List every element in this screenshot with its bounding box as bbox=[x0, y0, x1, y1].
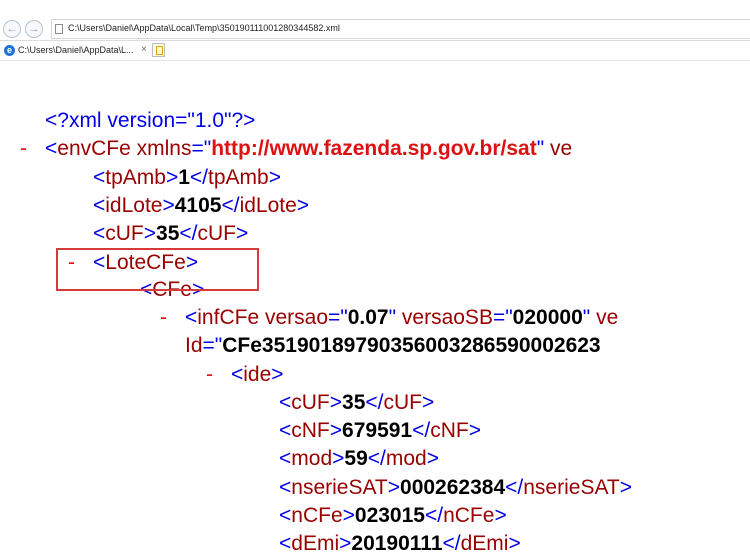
xml-declaration: <?xml version="1.0"?> bbox=[45, 109, 256, 132]
node-demi: <dEmi>20190111</dEmi> bbox=[279, 532, 521, 555]
collapse-toggle[interactable]: - bbox=[20, 135, 27, 163]
xml-viewer: <?xml version="1.0"?> - <envCFe xmlns="ht… bbox=[0, 0, 750, 555]
node-idlote: <idLote>4105</idLote> bbox=[93, 194, 310, 217]
node-nseriesat: <nserieSAT>000262384</nserieSAT> bbox=[279, 476, 632, 499]
node-tpamb: <tpAmb>1</tpAmb> bbox=[93, 166, 281, 189]
lotecfe-highlight-box bbox=[56, 248, 259, 291]
node-mod: <mod>59</mod> bbox=[279, 447, 439, 470]
node-ncfe: <nCFe>023015</nCFe> bbox=[279, 504, 507, 527]
node-envcfe[interactable]: - <envCFe xmlns="http://www.fazenda.sp.go… bbox=[20, 135, 572, 163]
node-cnf: <cNF>679591</cNF> bbox=[279, 419, 481, 442]
collapse-toggle[interactable]: - bbox=[160, 304, 167, 332]
node-infcfe-id: Id="CFe35190189790356003286590002623 bbox=[185, 334, 601, 357]
node-cuf: <cUF>35</cUF> bbox=[93, 222, 249, 245]
node-infcfe[interactable]: - <infCFe versao="0.07" versaoSB="020000"… bbox=[160, 304, 618, 332]
node-ide-cuf: <cUF>35</cUF> bbox=[279, 391, 435, 414]
node-ide[interactable]: - <ide> bbox=[206, 361, 284, 389]
collapse-toggle[interactable]: - bbox=[206, 361, 213, 389]
